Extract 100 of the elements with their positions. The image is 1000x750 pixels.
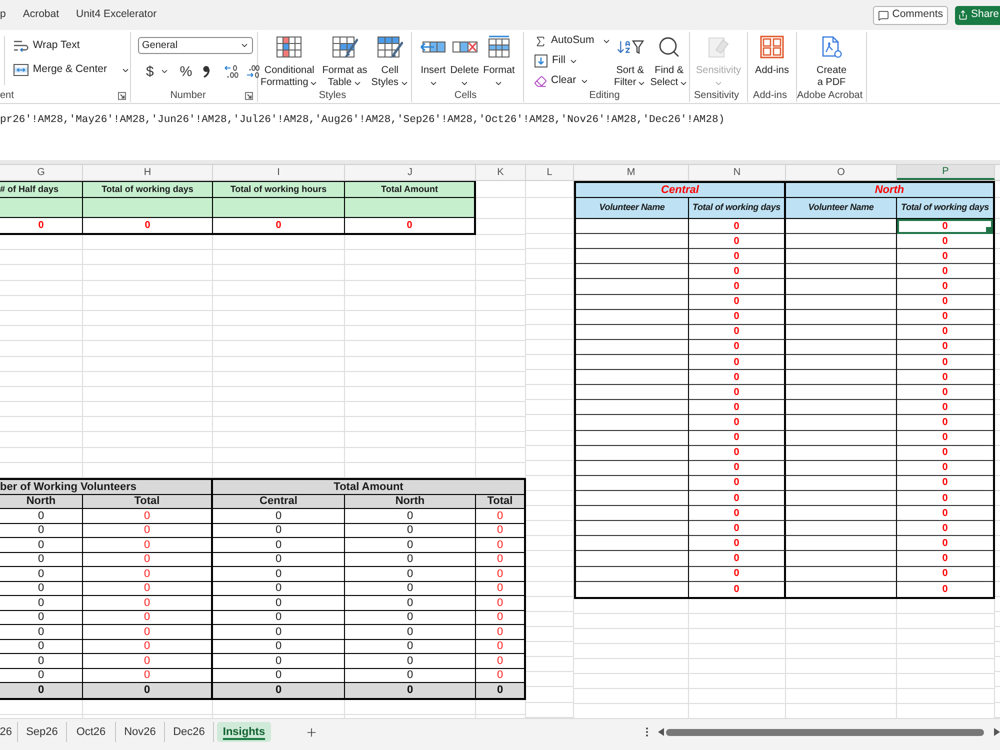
- ribbon-tab[interactable]: p: [0, 7, 6, 23]
- table-cell: 0: [0, 625, 83, 640]
- scroll-left-icon[interactable]: [658, 728, 664, 736]
- table-cell: 0: [689, 234, 786, 250]
- group-heading: Total Amount: [213, 480, 524, 494]
- table-cell: 0: [897, 294, 993, 310]
- autosum-button[interactable]: AutoSum: [534, 33, 611, 49]
- table-brush-icon: [332, 35, 358, 59]
- table-cell: 0: [476, 668, 524, 683]
- table-cell: 0: [476, 582, 524, 596]
- empty-cell: [476, 386, 526, 402]
- decimal-left-arrow-icon[interactable]: [224, 64, 240, 78]
- share-button[interactable]: Share: [955, 6, 1000, 24]
- wrap-text-button[interactable]: Wrap Text: [12, 38, 130, 54]
- table-cell: 0: [83, 610, 213, 625]
- search-icon: [657, 35, 682, 59]
- comment-icon: [878, 10, 890, 20]
- column-header[interactable]: K: [476, 165, 526, 180]
- wrap-text-icon: [12, 39, 29, 53]
- conditional-formatting-button[interactable]: Conditional Formatting: [259, 32, 320, 89]
- add-ins-button[interactable]: Add-ins: [754, 32, 790, 89]
- group-label: ent: [0, 90, 14, 100]
- table-cell: 0: [213, 509, 345, 524]
- table-cell: 0: [476, 509, 524, 524]
- sheet-tab[interactable]: Sep26: [18, 722, 67, 742]
- column-header[interactable]: I: [213, 165, 345, 180]
- table-cell: 0: [83, 654, 213, 668]
- table-cell: 0: [213, 654, 345, 668]
- insert-button[interactable]: Insert: [419, 32, 448, 89]
- table-cell: 0: [689, 490, 786, 506]
- sheet-tab[interactable]: Oct26: [67, 722, 116, 742]
- table-cell: 0: [689, 354, 786, 370]
- delete-button[interactable]: Delete: [449, 32, 480, 89]
- decimal-right-arrow-icon[interactable]: [245, 64, 260, 78]
- table-cell: 0: [83, 524, 213, 538]
- sheet-tab[interactable]: Insights: [217, 722, 271, 742]
- sheet-tab[interactable]: Nov26: [116, 722, 165, 742]
- empty-cell: [526, 582, 574, 597]
- empty-cell: [526, 354, 574, 370]
- find-select-button[interactable]: Find & Select: [649, 32, 689, 89]
- empty-cell: [526, 476, 574, 491]
- table-cell: 0: [476, 524, 524, 538]
- sheet-tab[interactable]: 26: [0, 722, 18, 742]
- currency-format-button[interactable]: $: [146, 64, 169, 78]
- dialog-launcher-icon[interactable]: [245, 92, 253, 100]
- merge-center-button[interactable]: Merge & Center: [12, 62, 130, 78]
- empty-cell: [476, 402, 526, 418]
- column-heading: Total Amount: [345, 182, 474, 198]
- fill-button[interactable]: Fill: [534, 53, 611, 69]
- column-header[interactable]: L: [526, 165, 574, 180]
- clear-button[interactable]: Clear: [534, 73, 611, 89]
- table-cell: 0: [689, 506, 786, 522]
- column-header[interactable]: G: [0, 165, 83, 180]
- table-cell: 0: [476, 552, 524, 567]
- percent-style-button[interactable]: %: [180, 64, 192, 78]
- group-label: Add-ins: [753, 90, 787, 100]
- column-header[interactable]: M: [574, 165, 689, 180]
- format-as-table-button[interactable]: Format as Table: [321, 32, 368, 89]
- table-cell: 0: [83, 552, 213, 567]
- column-header[interactable]: H: [83, 165, 213, 180]
- table-cell: 0: [897, 249, 993, 264]
- column-header[interactable]: J: [345, 165, 476, 180]
- comma-icon[interactable]: [202, 64, 210, 78]
- empty-cell: [526, 415, 574, 431]
- table-cell: 0: [345, 567, 476, 582]
- table-cell: 0: [689, 310, 786, 325]
- cell-styles-button[interactable]: Cell Styles: [370, 32, 410, 89]
- table-cell: 0: [0, 654, 83, 668]
- format-button[interactable]: Format: [482, 32, 516, 89]
- scroll-right-icon[interactable]: [994, 728, 1000, 736]
- table-cell: 0: [345, 596, 476, 610]
- table-cell: 0: [689, 279, 786, 295]
- dialog-launcher-icon[interactable]: [118, 92, 126, 100]
- table-cell: 0: [476, 567, 524, 582]
- table-cell: 0: [689, 566, 786, 582]
- group-label: Cells: [454, 90, 477, 100]
- table-cell: 0: [689, 536, 786, 552]
- empty-cell: [476, 341, 526, 356]
- create-pdf-button[interactable]: Create a PDF: [815, 32, 848, 89]
- number-format-dropdown[interactable]: General: [138, 37, 253, 54]
- sort-filter-button[interactable]: Sort & Filter: [612, 32, 648, 89]
- column-header[interactable]: P: [897, 165, 995, 180]
- ribbon-tab[interactable]: Acrobat: [22, 7, 60, 23]
- empty-cell: [526, 626, 574, 642]
- grid-icon: [486, 35, 512, 59]
- table-cell: 0: [897, 310, 993, 325]
- sheet-tab[interactable]: Dec26: [165, 722, 214, 742]
- ribbon-tab[interactable]: Unit4 Excelerator: [76, 7, 157, 23]
- empty-cell: [526, 249, 574, 264]
- empty-cell: [476, 448, 526, 463]
- eraser-icon: [534, 74, 547, 88]
- table-cell: 0: [476, 610, 524, 625]
- fill-handle[interactable]: [986, 227, 991, 232]
- table-cell: 0: [897, 430, 993, 446]
- scrollbar-thumb[interactable]: [666, 728, 984, 736]
- empty-cell: [476, 280, 526, 296]
- comments-button[interactable]: Comments: [873, 6, 948, 24]
- table-cell: 0: [897, 324, 993, 340]
- table-cell: 0: [213, 582, 345, 596]
- column-header[interactable]: N: [689, 165, 786, 180]
